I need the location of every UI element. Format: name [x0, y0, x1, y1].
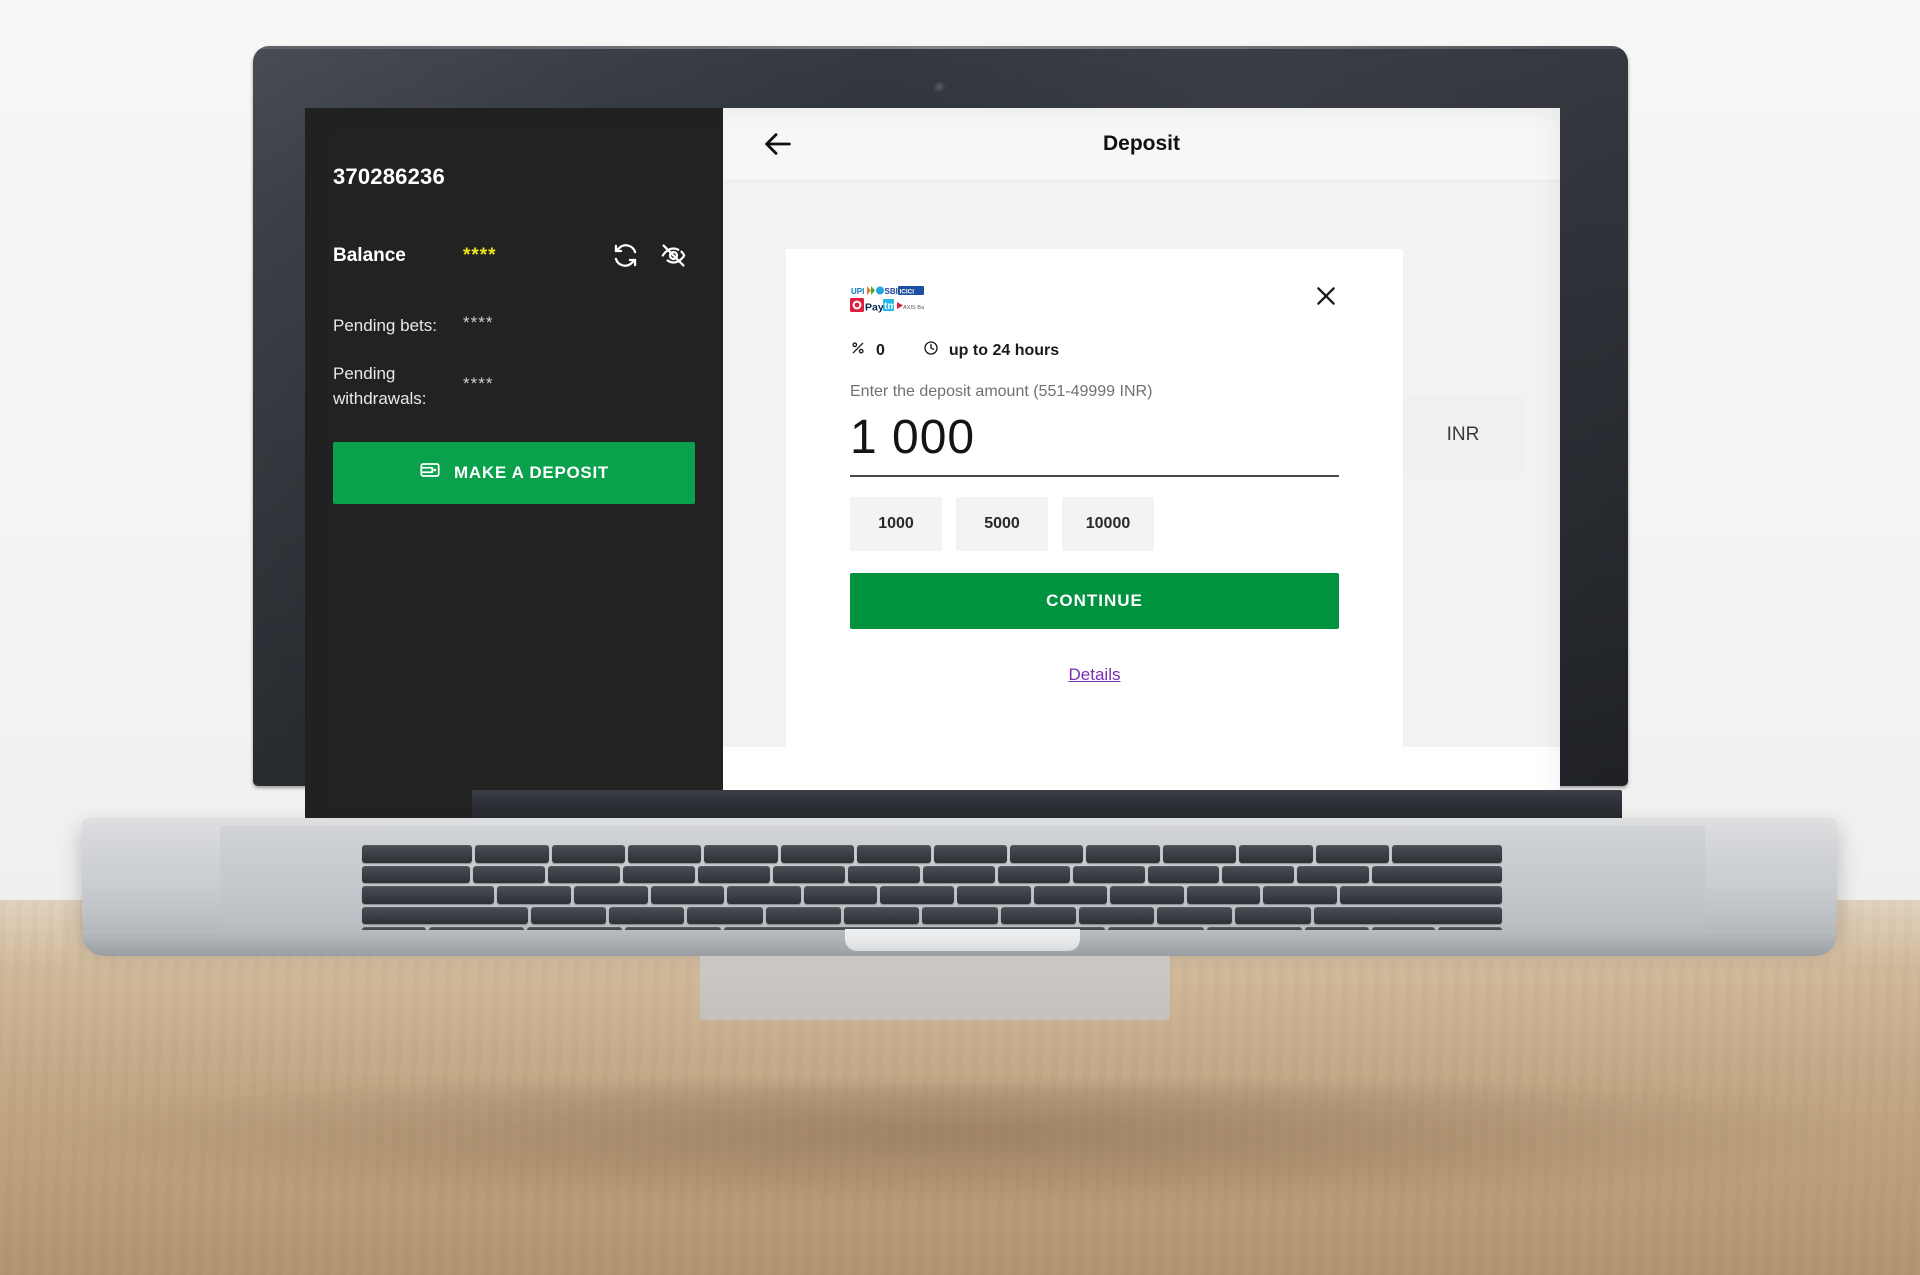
balance-label: Balance: [333, 244, 406, 266]
laptop-front-notch: [845, 929, 1080, 951]
preset-amount-5000[interactable]: 5000: [956, 497, 1048, 552]
pending-withdrawals-row: Pending withdrawals: ****: [333, 361, 695, 412]
svg-text:ICICI: ICICI: [900, 288, 915, 295]
payment-providers-logo-icon: UPI SBI ICICI Pay tm AXIS Ba: [850, 285, 930, 314]
currency-badge: INR: [1403, 396, 1523, 474]
deposit-modal: UPI SBI ICICI Pay tm AXIS Ba 0 up to 24 …: [786, 249, 1403, 754]
page-title: Deposit: [1102, 132, 1180, 155]
fee-percent-value: 0: [876, 341, 885, 359]
pending-bets-label: Pending bets:: [333, 316, 437, 335]
eye-off-icon[interactable]: [660, 242, 687, 269]
svg-text:AXIS Bank: AXIS Bank: [903, 305, 924, 311]
svg-text:Pay: Pay: [865, 302, 884, 314]
close-icon[interactable]: [1313, 283, 1339, 309]
amount-hint: Enter the deposit amount (551-49999 INR): [850, 383, 1153, 400]
clock-icon: [923, 340, 939, 361]
svg-text:SBI: SBI: [885, 287, 898, 296]
wallet-icon: [419, 459, 441, 486]
modal-header: UPI SBI ICICI Pay tm AXIS Ba: [850, 283, 1339, 314]
back-arrow-icon[interactable]: [761, 127, 795, 161]
pending-withdrawals-label: Pending withdrawals:: [333, 363, 427, 409]
laptop-screen: 370286236 Balance **** Pending bets: ***…: [305, 108, 1560, 883]
balance-value: ****: [463, 244, 497, 266]
svg-text:UPI: UPI: [851, 287, 864, 296]
photo-scene: 370286236 Balance **** Pending bets: ***…: [0, 0, 1920, 1275]
make-a-deposit-label: MAKE A DEPOSIT: [454, 462, 609, 482]
refresh-icon[interactable]: [612, 242, 639, 269]
main-content: Deposit INR UPI SBI ICICI Pay tm AXIS Ba…: [723, 108, 1560, 883]
trackpad: [700, 948, 1170, 1020]
app-window: 370286236 Balance **** Pending bets: ***…: [305, 108, 1560, 883]
preset-amount-1000[interactable]: 1000: [850, 497, 942, 552]
details-link[interactable]: Details: [1069, 665, 1121, 684]
webcam-icon: [935, 83, 946, 94]
processing-duration: up to 24 hours: [948, 341, 1060, 359]
page-header: Deposit: [723, 108, 1560, 181]
preset-amount-10000[interactable]: 10000: [1062, 497, 1154, 552]
pending-bets-row: Pending bets: ****: [333, 313, 695, 339]
account-id: 370286236: [333, 164, 445, 189]
percent-icon: [850, 340, 866, 361]
currency-label: INR: [1446, 424, 1480, 445]
pending-withdrawals-value: ****: [463, 373, 494, 393]
deposit-amount-input[interactable]: [850, 413, 1339, 464]
fee-and-time-row: 0 up to 24 hours: [850, 340, 1339, 361]
make-a-deposit-button[interactable]: MAKE A DEPOSIT: [333, 441, 695, 504]
preset-amounts: 1000 5000 10000: [850, 497, 1339, 552]
amount-input-underline: [850, 475, 1339, 478]
continue-button[interactable]: CONTINUE: [850, 573, 1339, 630]
laptop: 370286236 Balance **** Pending bets: ***…: [0, 0, 1920, 1275]
account-sidebar: 370286236 Balance **** Pending bets: ***…: [305, 108, 723, 883]
balance-row: Balance ****: [333, 242, 695, 269]
pending-bets-value: ****: [463, 313, 494, 332]
svg-text:tm: tm: [884, 301, 896, 312]
deposit-stage: INR UPI SBI ICICI Pay tm AXIS Ba 0 up to…: [723, 181, 1560, 883]
details-row: Details: [850, 665, 1339, 685]
